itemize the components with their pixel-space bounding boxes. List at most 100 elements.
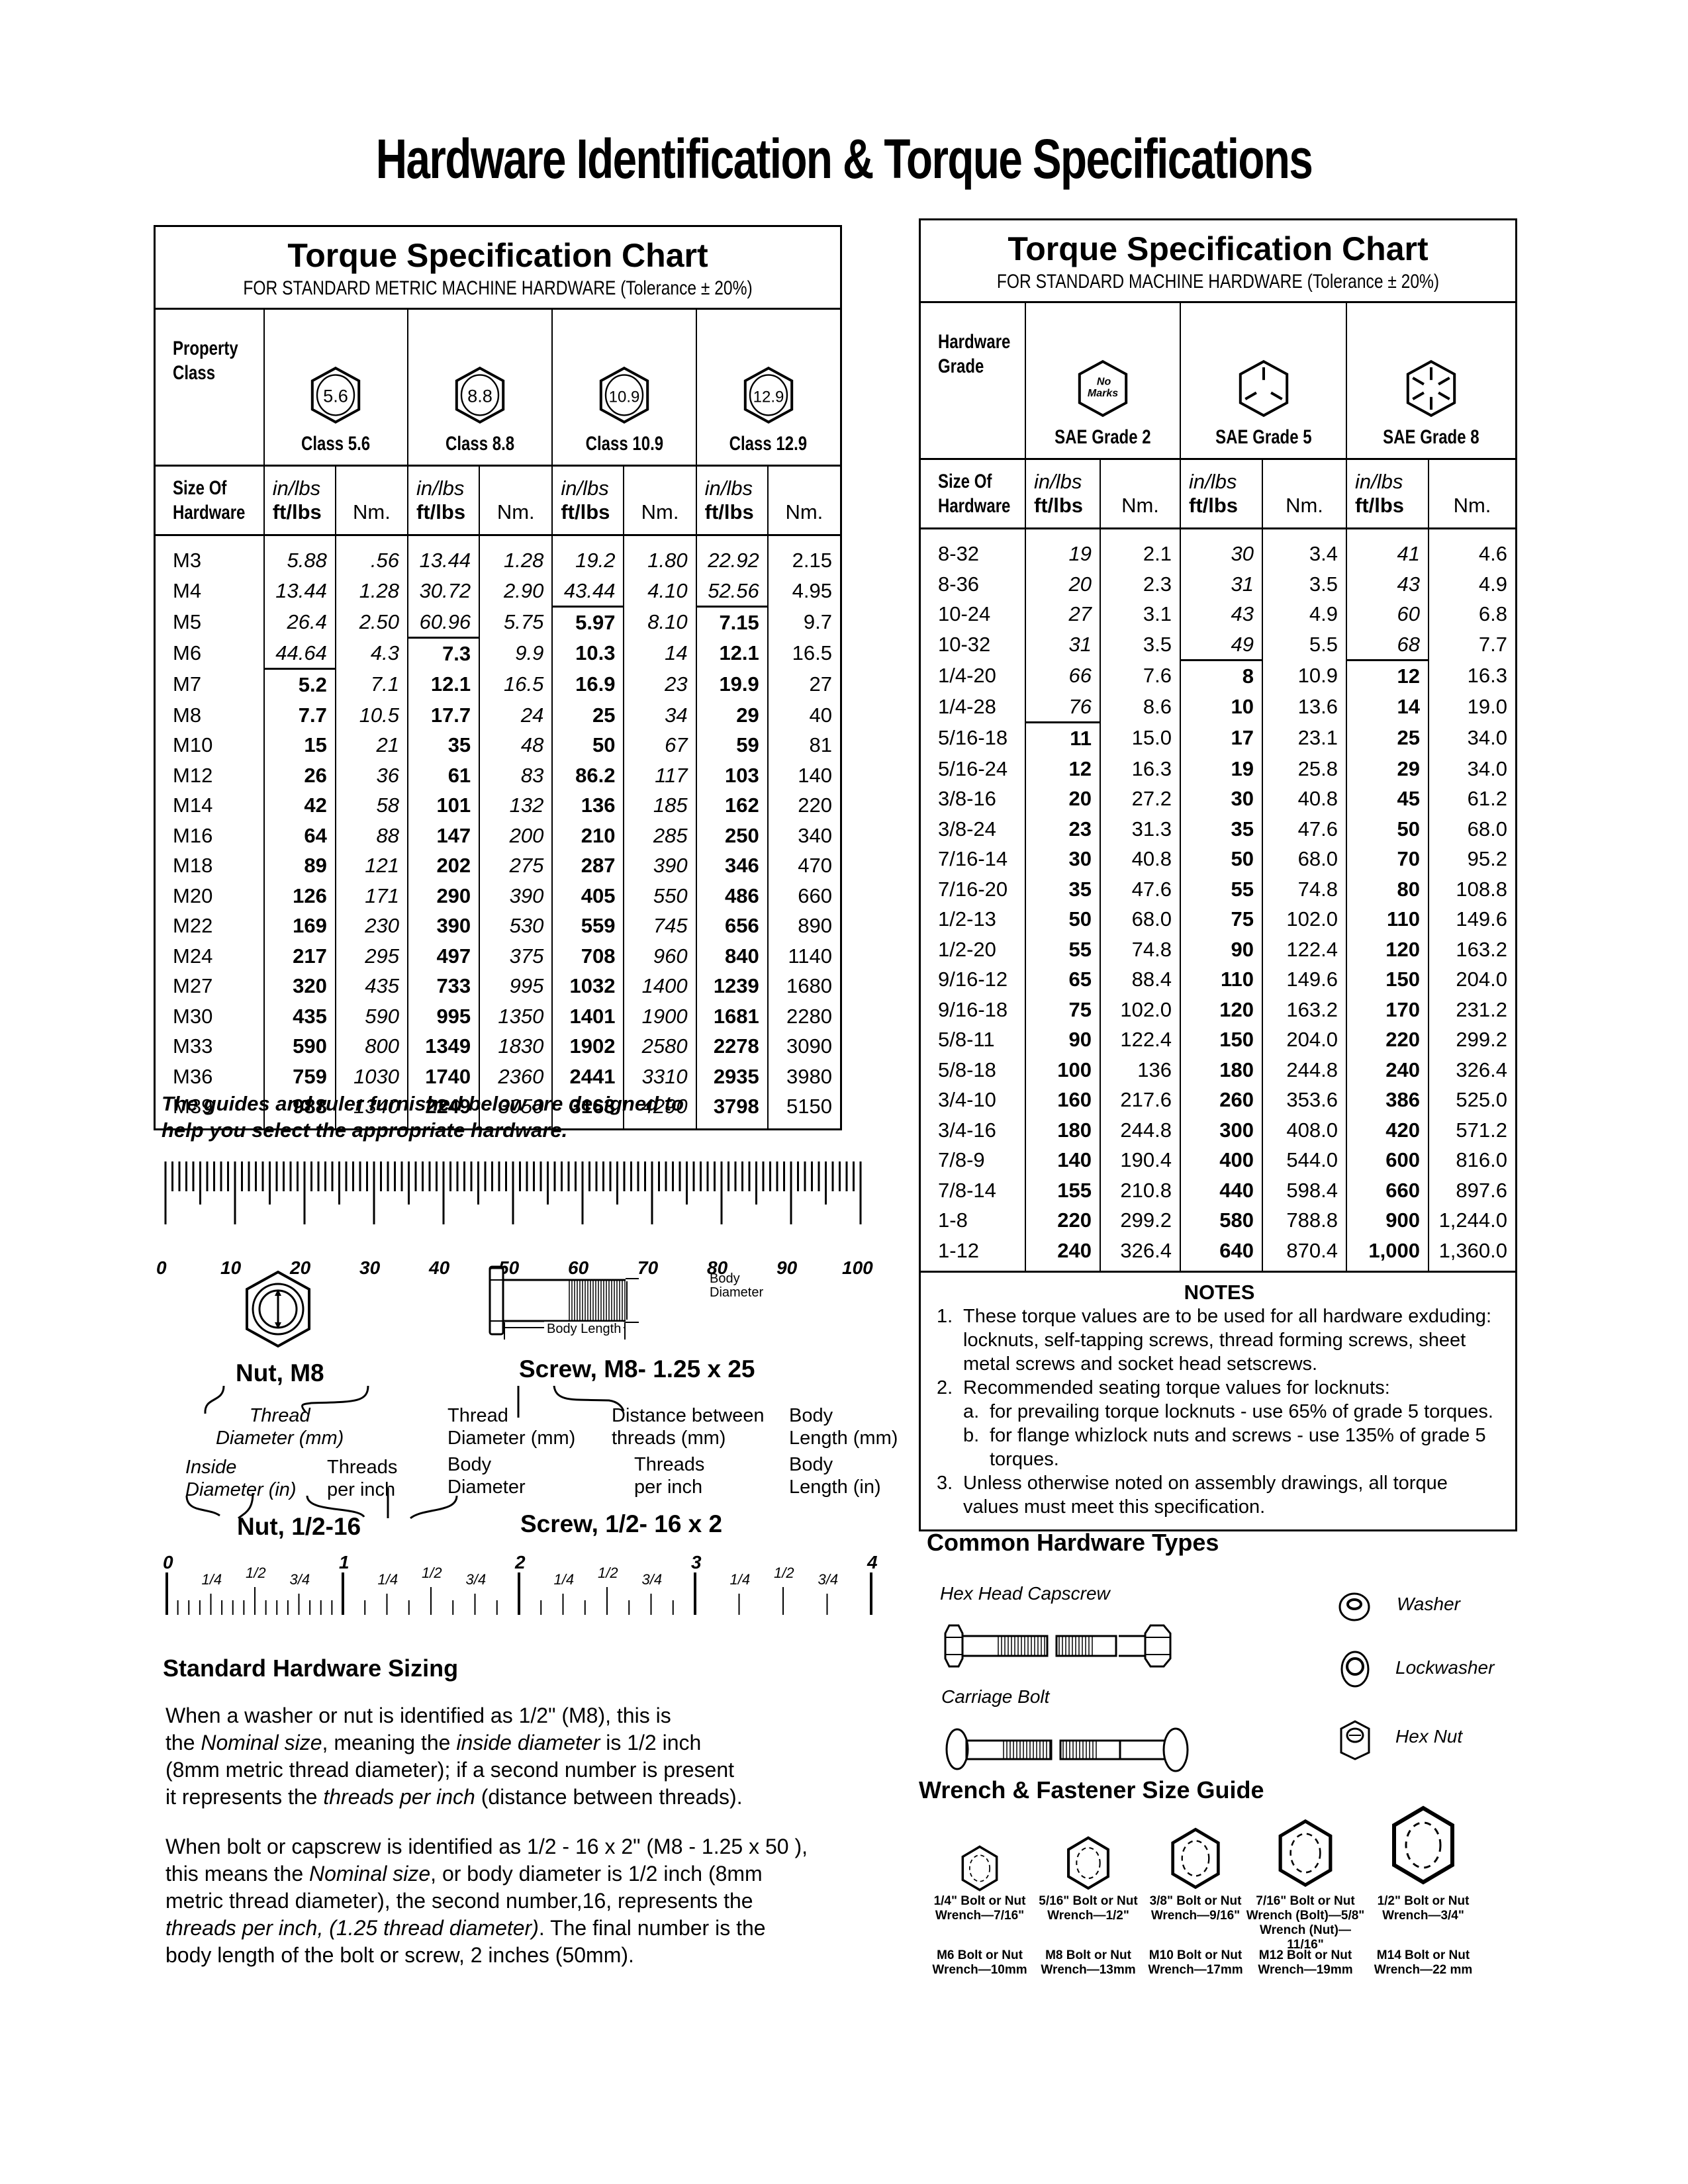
note-subitem-text: for flange whizlock nuts and screws - us… bbox=[990, 1425, 1486, 1470]
torque-cell: 486 bbox=[695, 880, 768, 911]
nm-cell: 1030 bbox=[334, 1061, 408, 1091]
size-cell: M3 bbox=[173, 549, 202, 572]
torque-cell: 440 bbox=[1180, 1175, 1262, 1205]
table-row: 5/8-11 90 122.4 150 204.0 220 299.2 bbox=[921, 1024, 1515, 1055]
nm-cell: 897.6 bbox=[1428, 1175, 1515, 1205]
nm-cell: 7.1 bbox=[334, 668, 408, 700]
size-cell: M4 bbox=[173, 579, 202, 603]
unit-header-nm: Nm. bbox=[1100, 459, 1180, 529]
torque-cell: 75 bbox=[1025, 994, 1100, 1024]
torque-cell: 60 bbox=[1346, 599, 1429, 629]
torque-cell: 8 bbox=[1180, 660, 1262, 692]
table-row: 1-12 240 326.4 640 870.4 1,000 1,360.0 bbox=[921, 1235, 1515, 1271]
nm-cell: 3090 bbox=[767, 1031, 840, 1062]
note-line: Thread bbox=[447, 1405, 508, 1426]
size-label-line: Size Of bbox=[938, 471, 992, 492]
size-cell: 1-12 bbox=[938, 1238, 980, 1262]
nm-cell: 34 bbox=[623, 700, 696, 730]
class-header-8-8: 8.8 Class 8.8 bbox=[407, 310, 553, 467]
nm-cell: 163.2 bbox=[1262, 994, 1346, 1024]
torque-cell: 12 bbox=[1025, 753, 1100, 784]
torque-cell: 35 bbox=[1180, 813, 1262, 844]
note-line: Diameter (in) bbox=[185, 1479, 297, 1500]
note-line: Body bbox=[789, 1405, 833, 1426]
note-text: Unless otherwise noted on assembly drawi… bbox=[963, 1473, 1448, 1518]
torque-cell: 68 bbox=[1346, 629, 1429, 661]
note-item: 3. Unless otherwise noted on assembly dra… bbox=[937, 1471, 1502, 1519]
body-text: is 1/2 inch bbox=[600, 1731, 702, 1754]
nm-cell: 16.3 bbox=[1100, 753, 1180, 784]
torque-cell: 10 bbox=[1180, 691, 1262, 723]
note-item: 2. Recommended seating torque values for … bbox=[937, 1376, 1502, 1400]
torque-cell: 590 bbox=[263, 1031, 336, 1062]
torque-cell: 1,000 bbox=[1346, 1235, 1429, 1271]
paragraph-line: body length of the bolt or screw, 2 inch… bbox=[165, 1942, 808, 1969]
torque-cell: 31 bbox=[1025, 629, 1100, 660]
unit-inlbs: in/lbs bbox=[1355, 470, 1403, 493]
wrench-label-line: 7/16" Bolt or Nut bbox=[1256, 1894, 1355, 1908]
torque-cell: 30.72 bbox=[407, 575, 480, 607]
note-line: Body bbox=[789, 1454, 833, 1475]
body-text: , or body diameter is 1/2 inch (8mm bbox=[430, 1862, 763, 1886]
svg-text:Marks: Marks bbox=[1088, 388, 1118, 399]
grade-header-8: SAE Grade 8 bbox=[1346, 303, 1515, 460]
torque-cell: 126 bbox=[263, 880, 336, 911]
torque-cell: 600 bbox=[1346, 1145, 1429, 1175]
unit-ftlbs: ft/lbs bbox=[416, 500, 466, 523]
nm-cell: 1,360.0 bbox=[1428, 1235, 1515, 1271]
torque-cell: 43 bbox=[1346, 569, 1429, 599]
torque-cell: 75 bbox=[1180, 904, 1262, 934]
size-cell: 7/16-14 bbox=[938, 847, 1008, 870]
note-line: Threads bbox=[327, 1457, 398, 1478]
wrench-label-line: Wrench (Bolt)—5/8" bbox=[1246, 1909, 1365, 1923]
emphasis-text: inside diameter bbox=[456, 1731, 600, 1754]
wrench-size-metric: M10 Bolt or Nut Wrench—17mm bbox=[1133, 1948, 1258, 1978]
torque-cell: 100 bbox=[1025, 1054, 1100, 1085]
common-types-heading: Common Hardware Types bbox=[927, 1529, 1219, 1556]
torque-cell: 346 bbox=[695, 850, 768, 881]
torque-cell: 386 bbox=[1346, 1085, 1429, 1115]
torque-cell: 19.2 bbox=[551, 535, 624, 576]
nm-cell: 27 bbox=[767, 668, 840, 700]
nm-cell: 13.6 bbox=[1262, 691, 1346, 723]
body-text: . The final number is the bbox=[538, 1916, 766, 1940]
unit-ftlbs: ft/lbs bbox=[272, 500, 322, 523]
nm-cell: 340 bbox=[767, 820, 840, 850]
note-subitem: a. for prevailing torque locknuts - use 6… bbox=[937, 1400, 1502, 1424]
table-row: 8-32 19 2.1 30 3.4 41 4.6 bbox=[921, 528, 1515, 569]
table-row: 5/8-18 100 136 180 244.8 240 326.4 bbox=[921, 1054, 1515, 1085]
nm-cell: 2580 bbox=[623, 1031, 696, 1062]
table-row: M16 64 88 147 200 210 285 250 340 bbox=[156, 820, 840, 850]
size-cell: 3/8-16 bbox=[938, 787, 996, 810]
table-row: M20 126 171 290 390 405 550 486 660 bbox=[156, 880, 840, 911]
hex-head-capscrew-head-icon bbox=[1119, 1624, 1172, 1668]
emphasis-text: threads per inch bbox=[323, 1785, 475, 1809]
nm-cell: 61.2 bbox=[1428, 784, 1515, 814]
note-text: Recommended seating torque values for lo… bbox=[963, 1377, 1390, 1398]
size-cell: 5/16-24 bbox=[938, 756, 1008, 780]
torque-cell: 41 bbox=[1346, 528, 1429, 569]
nm-cell: 1680 bbox=[767, 971, 840, 1001]
table-row: 1/4-20 66 7.6 8 10.9 12 16.3 bbox=[921, 660, 1515, 692]
inch-fraction-label: 3/4 bbox=[466, 1571, 487, 1588]
nm-cell: 5.5 bbox=[1262, 629, 1346, 660]
note-line: per inch bbox=[327, 1479, 396, 1500]
nm-cell: 185 bbox=[623, 790, 696, 821]
nm-cell: 1350 bbox=[479, 1001, 553, 1031]
torque-cell: 42 bbox=[263, 790, 336, 821]
torque-cell: 22.92 bbox=[695, 535, 768, 576]
torque-cell: 7.15 bbox=[695, 606, 768, 638]
torque-cell: 2935 bbox=[695, 1061, 768, 1091]
nm-cell: 2360 bbox=[479, 1061, 553, 1091]
nm-cell: 102.0 bbox=[1100, 994, 1180, 1024]
size-cell: M27 bbox=[173, 974, 213, 997]
size-cell: 7/16-20 bbox=[938, 877, 1008, 901]
class-header-12-9: 12.9 Class 12.9 bbox=[695, 310, 840, 467]
table-row: M3 5.88.56 13.44 1.28 19.2 1.80 22.92 2.15 bbox=[156, 535, 840, 576]
unit-ftlbs: ft/lbs bbox=[561, 500, 610, 523]
washer-label: Washer bbox=[1397, 1594, 1460, 1614]
class-row: Property Class 5.6 Class 5.6 8.8 Class 8.8 10.… bbox=[156, 310, 840, 467]
size-header: Size Of Hardware bbox=[156, 465, 264, 536]
screw-metric-note-pitch: Distance between threads (mm) bbox=[612, 1404, 765, 1449]
torque-cell: 35 bbox=[407, 730, 480, 760]
